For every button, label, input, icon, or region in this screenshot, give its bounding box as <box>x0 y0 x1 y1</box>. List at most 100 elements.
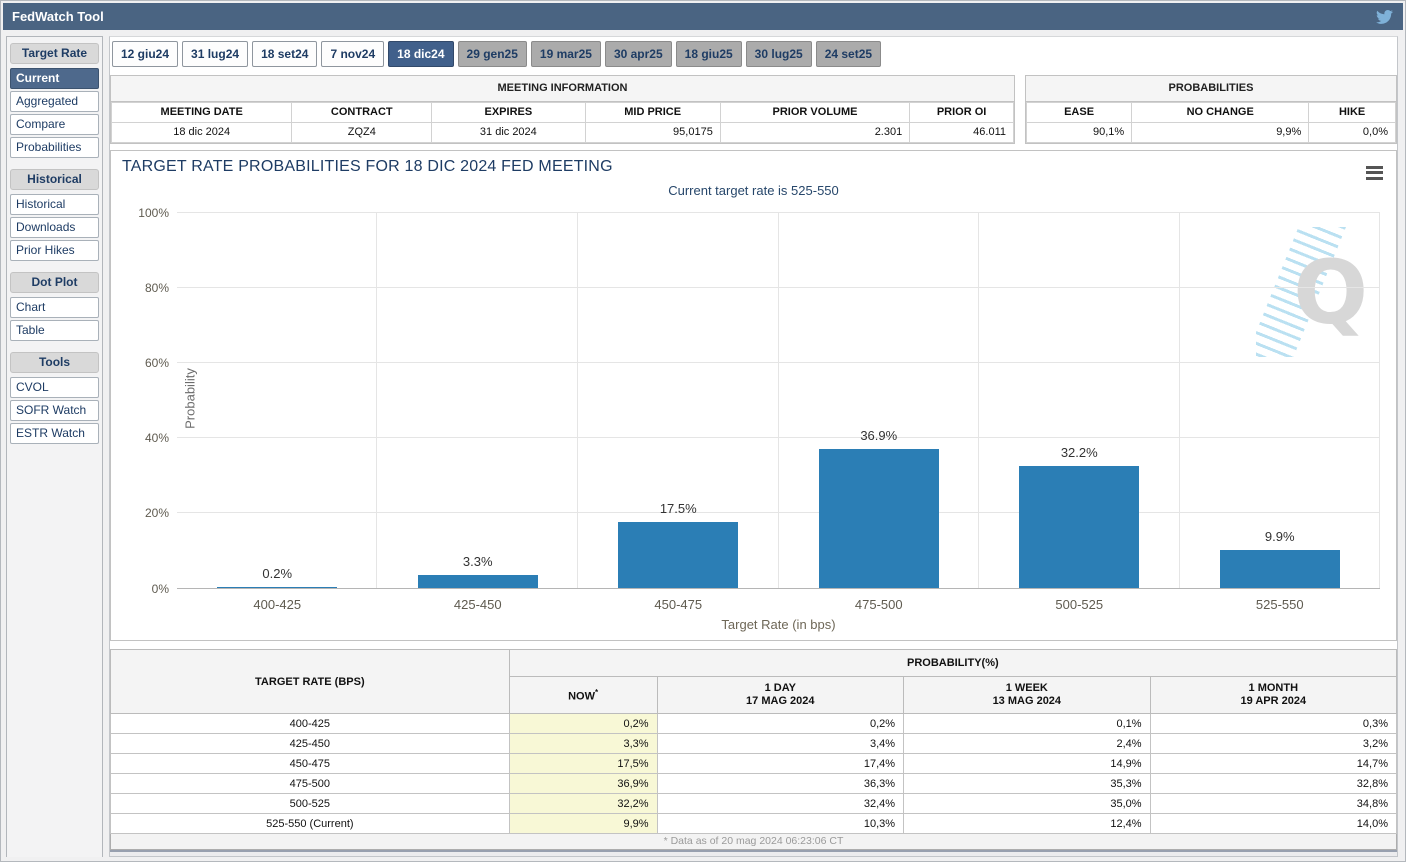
prob-header-no-change: NO CHANGE <box>1131 101 1310 123</box>
prob-cell: 32,2% <box>508 793 658 815</box>
meeting-date-tabs: 12 giu24 31 lug24 18 set24 7 nov24 18 dic24 2… <box>110 37 1397 68</box>
bar-500-525[interactable] <box>1019 466 1140 588</box>
meeting-header-prior-volume: PRIOR VOLUME <box>719 101 911 123</box>
y-tick-0: 0% <box>151 581 169 596</box>
sidebar-item-compare[interactable]: Compare <box>10 114 99 135</box>
tab-24-set25[interactable]: 24 set25 <box>815 41 882 67</box>
chart-menu-icon[interactable] <box>1366 165 1383 183</box>
probabilities-table: EASE NO CHANGE HIKE 90,1% 9,9% 0,0% <box>1025 101 1396 143</box>
sidebar-section-dot-plot: Dot Plot <box>10 272 99 293</box>
col-header-target-rate: TARGET RATE (BPS) <box>110 649 510 715</box>
tab-29-gen25[interactable]: 29 gen25 <box>457 41 527 67</box>
sidebar-item-table[interactable]: Table <box>10 320 99 341</box>
prob-cell: 36,9% <box>508 773 658 795</box>
prob-cell: 3,4% <box>656 733 905 755</box>
bar-400-425[interactable] <box>217 586 338 588</box>
y-tick-40: 40% <box>144 431 169 446</box>
sidebar-item-historical[interactable]: Historical <box>10 194 99 215</box>
title-bar: FedWatch Tool <box>3 3 1403 30</box>
info-row: MEETING INFORMATION MEETING DATE CONTRACT… <box>110 74 1397 144</box>
tab-19-mar25[interactable]: 19 mar25 <box>530 41 601 67</box>
prob-cell: 17,4% <box>656 753 905 775</box>
tab-18-dic24[interactable]: 18 dic24 <box>388 41 454 67</box>
rate-cell: 450-475 <box>110 753 510 775</box>
sidebar-item-sofr-watch[interactable]: SOFR Watch <box>10 400 99 421</box>
prob-cell: 34,8% <box>1149 793 1398 815</box>
chart-slot-500-525: 32.2% 500-525 <box>979 213 1180 612</box>
bar-525-550[interactable] <box>1219 550 1340 588</box>
col-header-now: NOW* <box>508 676 658 715</box>
sidebar-item-estr-watch[interactable]: ESTR Watch <box>10 423 99 444</box>
tab-7-nov24[interactable]: 7 nov24 <box>321 41 385 67</box>
probabilities-panel: PROBABILITIES EASE NO CHANGE HIKE 90,1% 9,9%… <box>1025 74 1397 144</box>
sidebar-item-probabilities[interactable]: Probabilities <box>10 137 99 158</box>
main-panel: 12 giu24 31 lug24 18 set24 7 nov24 18 dic24 2… <box>109 36 1398 857</box>
y-tick-100: 100% <box>138 205 169 220</box>
prob-cell: 0,3% <box>1149 713 1398 735</box>
bar-425-450[interactable] <box>417 575 538 588</box>
prob-value-ease: 90,1% <box>1025 121 1133 143</box>
tab-18-set24[interactable]: 18 set24 <box>252 41 318 67</box>
meeting-information-title: MEETING INFORMATION <box>111 75 1014 102</box>
rate-cell: 500-525 <box>110 793 510 815</box>
sidebar: Target Rate Current Aggregated Compare Proba… <box>6 36 103 857</box>
sidebar-section-target-rate: Target Rate <box>10 43 99 64</box>
chart-slot-400-425: 0.2% 400-425 <box>177 213 378 612</box>
content-area: Target Rate Current Aggregated Compare Proba… <box>1 30 1405 857</box>
table-row-500-525: 500-525 32,2% 32,4% 35,0% 34,8% <box>110 793 1398 815</box>
tab-12-giu24[interactable]: 12 giu24 <box>112 41 179 67</box>
rate-cell: 475-500 <box>110 773 510 795</box>
prob-cell: 32,8% <box>1149 773 1398 795</box>
prob-cell: 35,0% <box>903 793 1151 815</box>
sidebar-item-chart[interactable]: Chart <box>10 297 99 318</box>
prob-cell: 0,1% <box>903 713 1151 735</box>
sidebar-item-aggregated[interactable]: Aggregated <box>10 91 99 112</box>
bar-value-label-525-550: 9.9% <box>1264 529 1295 545</box>
chart-slot-475-500: 36.9% 475-500 <box>779 213 980 612</box>
rate-cell: 425-450 <box>110 733 510 755</box>
sidebar-item-cvol[interactable]: CVOL <box>10 377 99 398</box>
prob-cell: 3,3% <box>508 733 658 755</box>
x-tick-400-425: 400-425 <box>253 596 302 612</box>
prob-cell: 10,3% <box>656 813 905 835</box>
tab-30-apr25[interactable]: 30 apr25 <box>604 41 672 67</box>
sidebar-item-current[interactable]: Current <box>10 68 99 89</box>
tab-18-giu25[interactable]: 18 giu25 <box>675 41 742 67</box>
prob-cell: 14,0% <box>1149 813 1398 835</box>
meeting-value-expires: 31 dic 2024 <box>431 121 586 143</box>
meeting-information-panel: MEETING INFORMATION MEETING DATE CONTRACT… <box>110 74 1015 144</box>
table-row-425-450: 425-450 3,3% 3,4% 2,4% 3,2% <box>110 733 1398 755</box>
meeting-header-prior-oi: PRIOR OI <box>909 101 1014 123</box>
bar-value-label-500-525: 32.2% <box>1060 445 1098 461</box>
prob-cell: 14,9% <box>903 753 1151 775</box>
col-header-probability: PROBABILITY(%) <box>508 649 1398 678</box>
prob-cell: 36,3% <box>656 773 905 795</box>
sidebar-item-prior-hikes[interactable]: Prior Hikes <box>10 240 99 261</box>
x-tick-500-525: 500-525 <box>1055 596 1104 612</box>
probability-detail-table: TARGET RATE (BPS) PROBABILITY(%) NOW* 1 D… <box>110 649 1398 835</box>
prob-cell: 14,7% <box>1149 753 1398 775</box>
prob-cell: 9,9% <box>508 813 658 835</box>
bar-450-475[interactable] <box>618 521 739 588</box>
prob-cell: 2,4% <box>903 733 1151 755</box>
tab-31-lug24[interactable]: 31 lug24 <box>182 41 249 67</box>
prob-cell: 3,2% <box>1149 733 1398 755</box>
sidebar-section-historical: Historical <box>10 169 99 190</box>
prob-cell: 12,4% <box>903 813 1151 835</box>
prob-cell: 0,2% <box>656 713 905 735</box>
sidebar-item-downloads[interactable]: Downloads <box>10 217 99 238</box>
prob-cell: 17,5% <box>508 753 658 775</box>
chart-slot-450-475: 17.5% 450-475 <box>578 213 779 612</box>
twitter-icon[interactable] <box>1376 9 1403 24</box>
col-header-1-week: 1 WEEK 13 MAG 2024 <box>903 676 1151 715</box>
bar-475-500[interactable] <box>818 448 939 588</box>
fedwatch-tool-window: FedWatch Tool Target Rate Current Aggregat… <box>0 0 1406 862</box>
meeting-value-meeting-date: 18 dic 2024 <box>110 121 293 143</box>
x-tick-450-475: 450-475 <box>654 596 703 612</box>
prob-header-hike: HIKE <box>1308 101 1396 123</box>
meeting-value-prior-oi: 46.011 <box>909 121 1014 143</box>
tab-30-lug25[interactable]: 30 lug25 <box>745 41 812 67</box>
x-axis-label: Target Rate (in bps) <box>721 616 836 632</box>
prob-header-ease: EASE <box>1025 101 1133 123</box>
y-tick-20: 20% <box>144 506 169 521</box>
